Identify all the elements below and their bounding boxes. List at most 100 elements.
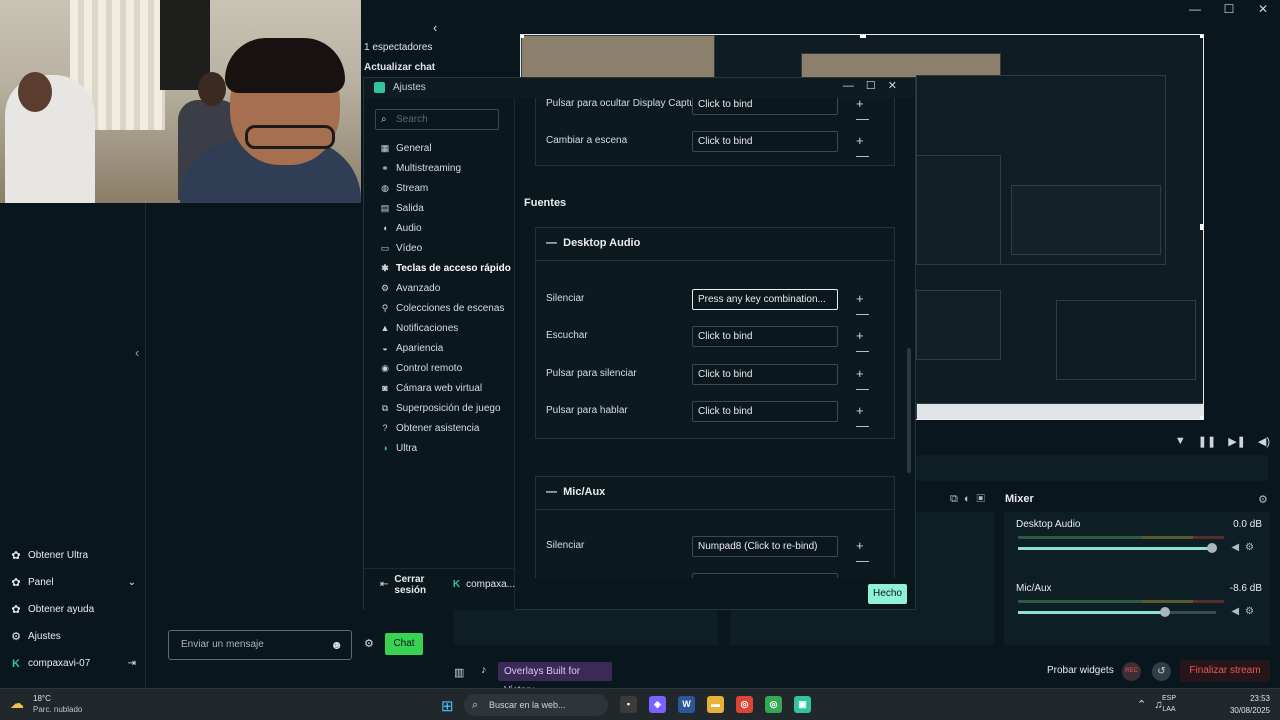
- nav-notifications[interactable]: ▲ Notificaciones: [380, 318, 511, 338]
- hotkey-bind-field[interactable]: Press any key combination...: [692, 289, 838, 310]
- volume-slider[interactable]: [1018, 607, 1216, 617]
- volume-slider-knob[interactable]: [1159, 607, 1170, 617]
- dashboard-icon: ✿: [11, 577, 21, 589]
- sidebar-item-get-help[interactable]: ✿ Obtener ayuda: [0, 596, 146, 623]
- replay-buffer-icon[interactable]: ↺: [1152, 662, 1171, 681]
- emoji-icon[interactable]: ☻: [330, 631, 343, 659]
- maximize-button[interactable]: ☐: [1212, 0, 1246, 18]
- nav-game-overlay[interactable]: ⧉ Superposición de juego: [380, 398, 511, 418]
- taskbar-search[interactable]: ⌕ Buscar en la web...: [464, 694, 608, 716]
- add-remove-icons[interactable]: + —: [856, 98, 886, 126]
- modal-window-controls[interactable]: —☐✕: [843, 79, 909, 92]
- clock[interactable]: 23:53 30/08/2025: [1225, 693, 1270, 717]
- chrome-profile-icon[interactable]: ◎: [765, 696, 782, 713]
- resize-handle[interactable]: [1200, 35, 1203, 38]
- hotkey-bind-field[interactable]: Click to bind: [692, 98, 838, 115]
- windows-start-icon[interactable]: ⊞: [441, 697, 454, 715]
- nav-scene-collections[interactable]: ⚲ Colecciones de escenas: [380, 298, 511, 318]
- word-icon[interactable]: W: [678, 696, 695, 713]
- file-explorer-dark-icon[interactable]: ▪: [620, 696, 637, 713]
- skip-icon[interactable]: ▶❚: [1228, 435, 1246, 448]
- mixer-channel-icons[interactable]: ◀⚙: [1231, 542, 1260, 553]
- bell-icon[interactable]: ♪: [481, 664, 487, 676]
- hotkey-bind-field[interactable]: [692, 573, 838, 578]
- promo-banner[interactable]: Overlays Built for Victory: [498, 662, 612, 696]
- hotkey-bind-field[interactable]: Click to bind: [692, 131, 838, 152]
- add-remove-icons[interactable]: + —: [856, 291, 886, 321]
- add-remove-icons[interactable]: + —: [856, 328, 886, 358]
- nav-output[interactable]: ▤ Salida: [380, 198, 511, 218]
- add-remove-icons[interactable]: + —: [856, 366, 886, 396]
- hotkey-bind-field[interactable]: Click to bind: [692, 401, 838, 422]
- stats-icon[interactable]: ▥: [454, 666, 464, 679]
- hotkeys-icon: ✱: [381, 262, 389, 273]
- hotkey-row: Silenciar Press any key combination... +…: [546, 289, 886, 321]
- copilot-icon[interactable]: ◈: [649, 696, 666, 713]
- nav-label: Salida: [396, 202, 424, 214]
- mixer-channel-icons[interactable]: ◀⚙: [1231, 606, 1260, 617]
- nav-label: Cámara web virtual: [396, 382, 483, 394]
- nav-multistreaming[interactable]: ⚭ Multistreaming: [380, 158, 511, 178]
- pause-icon[interactable]: ❚❚: [1198, 435, 1216, 448]
- hotkey-bind-field[interactable]: Numpad8 (Click to re-bind): [692, 536, 838, 557]
- volume-slider-knob[interactable]: [1207, 543, 1218, 553]
- streamlabs-taskbar-icon[interactable]: ▣: [794, 696, 811, 713]
- sidebar-item-account[interactable]: K compaxavi-07 ⇥: [0, 650, 146, 677]
- chevron-left-icon[interactable]: ‹: [433, 20, 437, 35]
- nav-stream[interactable]: ◍ Stream: [380, 178, 511, 198]
- nav-hotkeys[interactable]: ✱ Teclas de acceso rápido: [380, 258, 511, 278]
- card-title[interactable]: — Mic/Aux: [546, 486, 605, 498]
- resize-handle[interactable]: [1200, 416, 1203, 419]
- add-remove-icons[interactable]: + —: [856, 538, 886, 568]
- sidebar-item-settings[interactable]: ⚙ Ajustes: [0, 623, 146, 650]
- mixer-settings-icon[interactable]: ⚙: [1258, 493, 1268, 506]
- remote-icon: ◉: [381, 362, 389, 373]
- volume-slider[interactable]: [1018, 543, 1218, 553]
- logout-icon[interactable]: ⇥: [128, 658, 146, 669]
- nav-audio[interactable]: ◖ Audio: [380, 218, 511, 238]
- chevron-down-icon[interactable]: ⌄: [128, 577, 146, 588]
- close-button[interactable]: ✕: [1246, 0, 1280, 18]
- chat-message-input[interactable]: Enviar un mensaje ☻: [168, 630, 352, 660]
- sidebar-item-dashboard[interactable]: ✿ Panel ⌄: [0, 569, 146, 596]
- chrome-icon[interactable]: ◎: [736, 696, 753, 713]
- resize-handle[interactable]: [1200, 224, 1203, 230]
- mixer-source-icons[interactable]: ⧉◐▣: [950, 493, 991, 506]
- nav-advanced[interactable]: ⚙ Avanzado: [380, 278, 511, 298]
- chat-settings-icon[interactable]: ⚙: [364, 637, 374, 650]
- filter-icon[interactable]: ▼: [1175, 435, 1186, 448]
- chat-send-button[interactable]: Chat: [385, 633, 423, 655]
- test-widgets-button[interactable]: Probar widgets: [1047, 665, 1114, 676]
- file-explorer-icon[interactable]: ▬: [707, 696, 724, 713]
- nav-remote-control[interactable]: ◉ Control remoto: [380, 358, 511, 378]
- done-button[interactable]: Hecho: [868, 584, 907, 604]
- card-title[interactable]: — Desktop Audio: [546, 237, 640, 249]
- settings-scrollbar[interactable]: [907, 348, 911, 473]
- volume-icon[interactable]: ◀): [1258, 435, 1270, 448]
- sidebar-item-get-ultra[interactable]: ✿ Obtener Ultra: [0, 542, 146, 569]
- webcam-feed: [0, 0, 361, 203]
- logout-link[interactable]: Cerrar sesión: [394, 574, 438, 596]
- settings-nav-footer: ⇤ Cerrar sesión K compaxa...: [364, 568, 515, 600]
- resize-handle[interactable]: [521, 35, 524, 38]
- add-remove-icons[interactable]: + —: [856, 403, 886, 433]
- nav-general[interactable]: ▦ General: [380, 138, 511, 158]
- minimize-button[interactable]: —: [1178, 0, 1212, 18]
- resize-handle[interactable]: [860, 35, 866, 38]
- nav-ultra[interactable]: ◑ Ultra: [380, 438, 511, 458]
- settings-search-input[interactable]: ⌕ Search: [375, 109, 499, 130]
- end-stream-button[interactable]: Finalizar stream: [1180, 660, 1270, 682]
- nav-get-support[interactable]: ? Obtener asistencia: [380, 418, 511, 438]
- nav-appearance[interactable]: ◒ Apariencia: [380, 338, 511, 358]
- nav-virtual-webcam[interactable]: ◙ Cámara web virtual: [380, 378, 511, 398]
- language-indicator[interactable]: ESP LAA: [1160, 693, 1178, 715]
- nav-video[interactable]: ▭ Vídeo: [380, 238, 511, 258]
- weather-description: Parc. nublado: [33, 705, 83, 714]
- streamlabs-logo-icon: K: [12, 657, 20, 670]
- hotkey-bind-field[interactable]: Click to bind: [692, 364, 838, 385]
- nav-label: Teclas de acceso rápido: [396, 262, 511, 274]
- nav-label: Superposición de juego: [396, 402, 501, 414]
- record-button[interactable]: REC: [1122, 662, 1141, 681]
- add-remove-icons[interactable]: + —: [856, 133, 886, 163]
- hotkey-bind-field[interactable]: Click to bind: [692, 326, 838, 347]
